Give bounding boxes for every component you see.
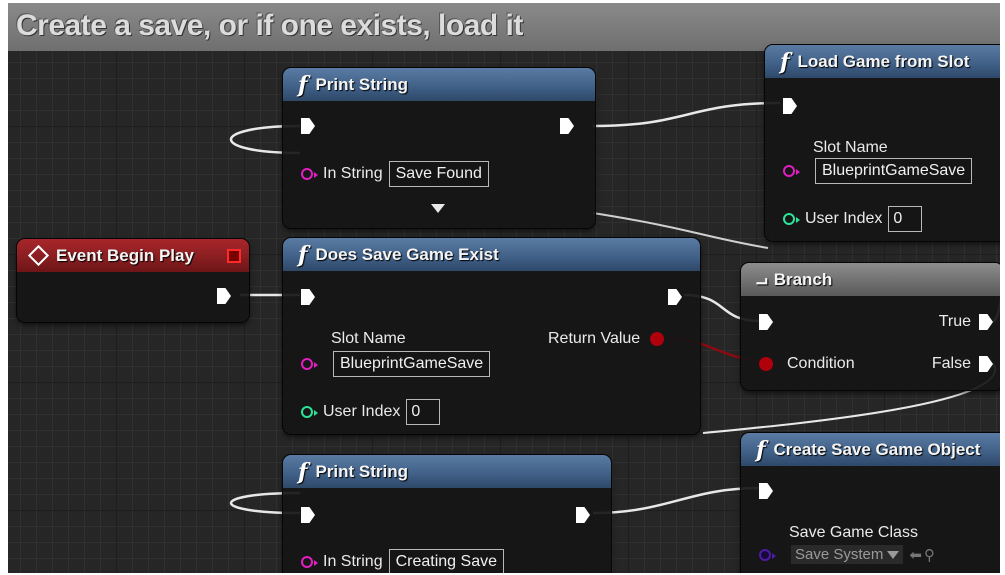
function-icon: f — [756, 436, 766, 463]
node-title: Branch — [773, 269, 833, 289]
print-string-node-1[interactable]: f Print String In String Save Found — [283, 68, 595, 228]
event-icon — [27, 244, 50, 267]
browse-search-icon[interactable]: ⚲ — [924, 546, 935, 564]
event-begin-play-header[interactable]: Event Begin Play — [17, 239, 249, 272]
pin-label: True — [938, 313, 971, 330]
bool-pin[interactable] — [759, 357, 773, 371]
pin-label: User Index — [323, 403, 401, 420]
in-string-field[interactable]: Creating Save — [388, 549, 504, 573]
string-pin[interactable] — [301, 358, 318, 370]
return-value-pin-row: Return Value — [548, 330, 665, 348]
node-title: Print String — [315, 74, 409, 94]
pin-label: In String — [323, 553, 383, 570]
class-dropdown-value: Save System — [795, 546, 884, 563]
pin-label: False — [931, 355, 971, 372]
node-title: Does Save Game Exist — [315, 244, 499, 264]
in-string-pin-row: In String Creating Save — [301, 549, 504, 573]
slot-name-field[interactable]: BlueprintGameSave — [333, 351, 491, 377]
bool-pin[interactable] — [650, 332, 665, 346]
user-index-field[interactable]: 0 — [888, 206, 923, 232]
node-title: Load Game from Slot — [797, 51, 970, 71]
slot-name-label-row: Slot Name — [301, 330, 406, 348]
exec-out-pin[interactable] — [576, 507, 590, 523]
load-game-from-slot-node[interactable]: f Load Game from Slot Slot Name Blueprin… — [765, 45, 1000, 241]
condition-pin-row: Condition — [759, 355, 855, 373]
exec-in-pin[interactable] — [783, 98, 797, 114]
delegate-pin-icon[interactable] — [227, 249, 241, 263]
exec-wire-printstring-to-load — [592, 101, 781, 128]
exec-out-pin[interactable] — [560, 118, 574, 134]
exec-true-pin[interactable] — [979, 314, 993, 330]
class-dropdown[interactable]: Save System — [791, 545, 904, 564]
pin-label: Slot Name — [331, 330, 406, 347]
blueprint-graph[interactable]: Create a save, or if one exists, load it… — [8, 3, 1000, 573]
function-icon: f — [298, 458, 308, 485]
print-string-header-1[interactable]: f Print String — [283, 68, 595, 101]
create-save-game-object-node[interactable]: f Create Save Game Object Save Game Clas… — [741, 433, 1000, 573]
int-pin[interactable] — [301, 406, 318, 418]
exec-out-pin[interactable] — [217, 288, 231, 304]
slot-name-value-row: BlueprintGameSave — [301, 351, 491, 377]
user-index-pin-row: User Index 0 — [301, 399, 441, 425]
pin-label: Save Game Class — [789, 524, 918, 541]
user-index-pin-row: User Index 0 — [783, 206, 923, 232]
exec-in-pin[interactable] — [759, 483, 773, 499]
does-save-exist-header[interactable]: f Does Save Game Exist — [283, 238, 700, 271]
string-pin[interactable] — [301, 168, 318, 180]
class-pin[interactable] — [759, 548, 776, 561]
branch-node[interactable]: ⨼ Branch True Condition False — [741, 263, 1000, 390]
exec-false-pin[interactable] — [979, 356, 993, 372]
pin-label: In String — [323, 165, 383, 182]
branch-header[interactable]: ⨼ Branch — [741, 263, 1000, 296]
in-string-pin-row: In String Save Found — [301, 161, 489, 187]
exec-in-pin[interactable] — [301, 289, 315, 305]
false-pin-row: False — [932, 355, 993, 373]
exec-in-pin[interactable] — [759, 314, 773, 330]
class-value-row: Save System ⬅ ⚲ — [759, 545, 935, 564]
slot-name-pin-row: Slot Name — [783, 139, 888, 157]
exec-in-pin[interactable] — [301, 118, 315, 134]
slot-name-field[interactable]: BlueprintGameSave — [815, 158, 973, 184]
create-save-header[interactable]: f Create Save Game Object — [741, 433, 1000, 466]
function-icon: f — [298, 71, 308, 98]
node-title: Create Save Game Object — [773, 439, 981, 459]
true-pin-row: True — [939, 313, 993, 331]
use-selected-arrow-icon[interactable]: ⬅ — [909, 546, 922, 564]
event-begin-play-node[interactable]: Event Begin Play — [17, 239, 249, 322]
node-title: Print String — [315, 461, 409, 481]
exec-in-pin[interactable] — [301, 507, 315, 523]
print-string-node-2[interactable]: f Print String In String Creating Save — [283, 455, 611, 573]
function-icon: f — [780, 48, 790, 75]
string-pin[interactable] — [783, 165, 800, 177]
pin-label: Condition — [787, 355, 855, 372]
in-string-field[interactable]: Save Found — [388, 161, 489, 187]
chevron-down-icon — [887, 550, 900, 559]
int-pin[interactable] — [783, 213, 800, 225]
pin-label: Slot Name — [813, 139, 888, 156]
load-game-header[interactable]: f Load Game from Slot — [765, 45, 1000, 78]
exec-wire-printstring2-to-create — [592, 486, 761, 515]
node-title: Event Begin Play — [56, 245, 194, 265]
string-pin[interactable] — [301, 556, 318, 568]
function-icon: f — [298, 241, 308, 268]
expand-arrow-icon[interactable] — [431, 204, 445, 213]
pin-label: Return Value — [548, 330, 641, 347]
pin-label: User Index — [805, 210, 883, 227]
exec-out-pin[interactable] — [668, 289, 682, 305]
branch-icon: ⨼ — [756, 268, 768, 290]
slot-name-value-row: BlueprintGameSave — [783, 158, 973, 184]
print-string-header-2[interactable]: f Print String — [283, 455, 611, 488]
user-index-field[interactable]: 0 — [406, 399, 441, 425]
class-label-row: Save Game Class — [759, 524, 918, 542]
does-save-game-exist-node[interactable]: f Does Save Game Exist Slot Name Bluepri… — [283, 238, 700, 434]
